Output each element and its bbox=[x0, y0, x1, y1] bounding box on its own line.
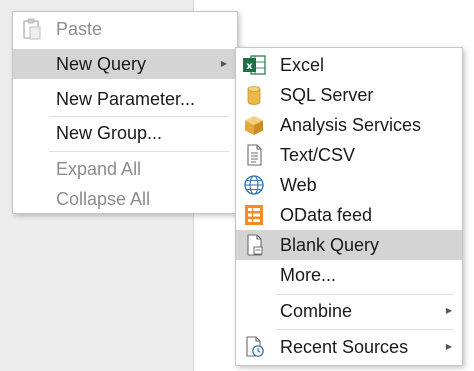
document-icon bbox=[247, 144, 262, 166]
menu-item-more[interactable]: More... bbox=[236, 260, 462, 290]
menu-item-paste: Paste bbox=[13, 14, 237, 44]
menu-item-label: New Query bbox=[56, 54, 147, 74]
menu-item-label: New Parameter... bbox=[56, 89, 196, 109]
menu-item-odata-feed[interactable]: OData feed bbox=[236, 200, 462, 230]
menu-separator bbox=[276, 294, 454, 295]
menu-item-label: Blank Query bbox=[280, 235, 380, 255]
menu-item-label: SQL Server bbox=[280, 85, 374, 105]
menu-item-label: Text/CSV bbox=[280, 145, 356, 165]
menu-item-blank-query[interactable]: Blank Query bbox=[236, 230, 462, 260]
menu-item-label: Web bbox=[280, 175, 317, 195]
menu-item-excel[interactable]: x Excel bbox=[236, 50, 462, 80]
menu-item-label: Analysis Services bbox=[280, 115, 422, 135]
menu-item-recent-sources[interactable]: Recent Sources ▶ bbox=[236, 332, 462, 362]
menu-item-combine[interactable]: Combine ▶ bbox=[236, 296, 462, 326]
menu-separator bbox=[49, 151, 229, 152]
menu-item-label: More... bbox=[280, 265, 337, 285]
menu-item-label: Paste bbox=[56, 19, 103, 39]
odata-icon bbox=[245, 205, 263, 225]
paste-icon bbox=[23, 18, 41, 40]
menu-item-expand-all: Expand All bbox=[13, 154, 237, 184]
menu-item-label: New Group... bbox=[56, 123, 163, 143]
submenu-arrow-icon: ▶ bbox=[445, 342, 452, 351]
menu-item-label: Combine bbox=[280, 301, 353, 321]
menu-item-new-query[interactable]: New Query ▶ bbox=[13, 49, 237, 79]
menu-item-text-csv[interactable]: Text/CSV bbox=[236, 140, 462, 170]
menu-item-label: Collapse All bbox=[56, 189, 151, 209]
menu-separator bbox=[276, 329, 454, 330]
globe-icon bbox=[244, 175, 264, 195]
menu-item-new-group[interactable]: New Group... bbox=[13, 118, 237, 148]
menu-item-web[interactable]: Web bbox=[236, 170, 462, 200]
recent-sources-icon bbox=[246, 336, 264, 357]
new-query-submenu: x Excel SQL Server Analysis Services Tex… bbox=[235, 47, 463, 366]
menu-item-label: Excel bbox=[280, 55, 325, 75]
submenu-arrow-icon: ▶ bbox=[220, 59, 227, 68]
svg-text:x: x bbox=[246, 61, 253, 72]
cube-icon bbox=[245, 116, 263, 135]
blank-query-icon bbox=[247, 234, 263, 256]
menu-item-analysis-services[interactable]: Analysis Services bbox=[236, 110, 462, 140]
menu-item-label: Recent Sources bbox=[280, 337, 409, 357]
menu-item-new-parameter[interactable]: New Parameter... bbox=[13, 84, 237, 114]
submenu-arrow-icon: ▶ bbox=[445, 306, 452, 315]
menu-item-label: Expand All bbox=[56, 159, 142, 179]
menu-item-collapse-all: Collapse All bbox=[13, 184, 237, 214]
context-menu: Paste New Query ▶ New Parameter... New G… bbox=[12, 11, 238, 214]
database-icon bbox=[247, 86, 261, 105]
excel-icon: x bbox=[243, 55, 266, 75]
menu-item-sql-server[interactable]: SQL Server bbox=[236, 80, 462, 110]
menu-separator bbox=[49, 116, 229, 117]
menu-item-label: OData feed bbox=[280, 205, 373, 225]
